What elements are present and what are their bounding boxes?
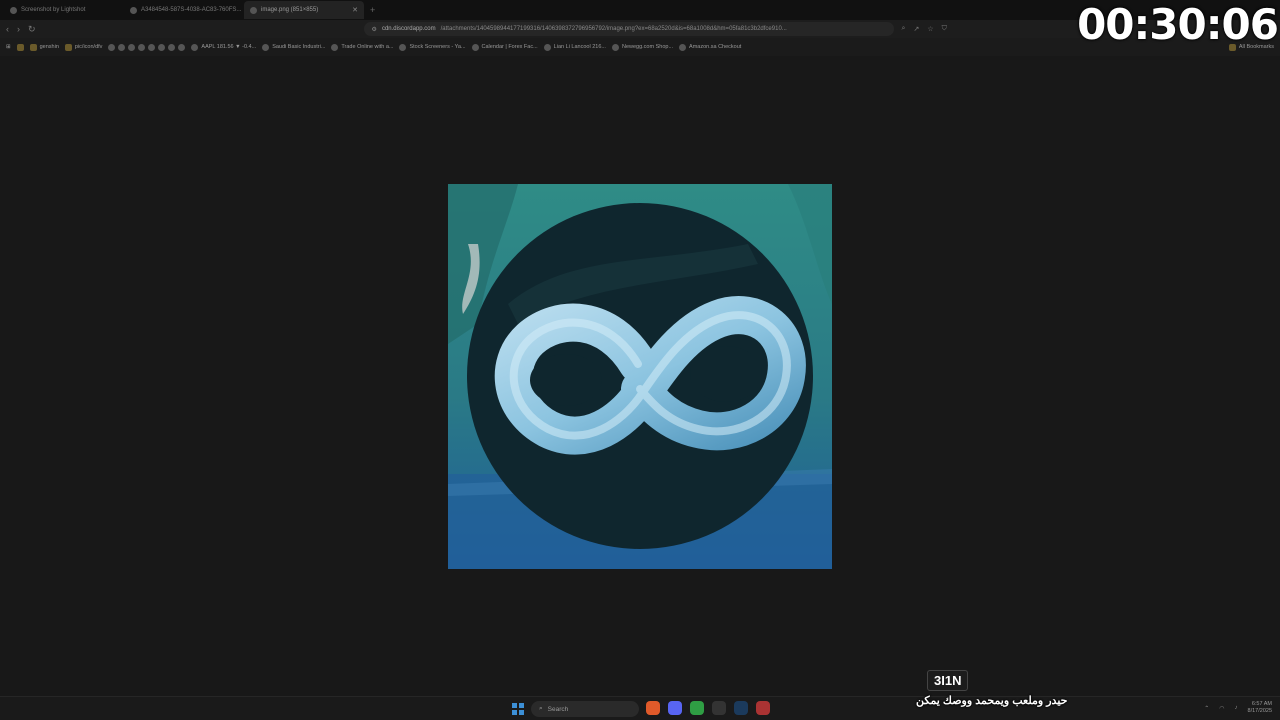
epic-games-icon[interactable]	[712, 701, 726, 715]
tab-label: A3484548-587S-4038-AC83-760FS...	[141, 7, 242, 13]
address-bar[interactable]: ⚙ cdn.discordapp.com/attachments/1404598…	[363, 22, 894, 36]
tab-image-png[interactable]: image.png (851×855) ✕	[244, 1, 364, 19]
bookmark-trade-online[interactable]: Trade Online with a...	[331, 43, 393, 51]
tab-label: Screenshot by Lightshot	[21, 7, 86, 13]
clock-time: 6:57 AM	[1251, 701, 1272, 707]
back-icon[interactable]: ‹	[6, 24, 9, 34]
bookmark-star-icon[interactable]: ☆	[927, 25, 933, 33]
tab-label: image.png (851×855)	[261, 7, 319, 13]
site-icon	[138, 43, 146, 51]
url-path: /attachments/1404598944177199316/1406398…	[440, 26, 787, 32]
site-icon	[168, 43, 176, 51]
discord-icon[interactable]	[668, 701, 682, 715]
bookmark-stock-screeners[interactable]: Stock Screeners - Ya...	[399, 43, 466, 51]
folder-icon	[29, 43, 37, 51]
wifi-icon[interactable]: ◠	[1219, 705, 1224, 712]
bookmark-newegg[interactable]: Newegg.com Shop...	[611, 43, 673, 51]
site-icon	[543, 43, 551, 51]
bookmark-pic-icon[interactable]: pic/icon/dfv	[64, 43, 102, 51]
zoom-icon[interactable]: ⌕	[902, 25, 906, 33]
xbox-icon[interactable]	[690, 701, 704, 715]
taskbar-apps	[646, 701, 770, 715]
bookmark-sabic[interactable]: Saudi Basic Industri...	[262, 43, 325, 51]
clock-date: 8/17/2025	[1247, 708, 1272, 714]
close-tab-icon[interactable]: ✕	[352, 6, 358, 14]
site-icon	[262, 43, 270, 51]
site-icon	[158, 43, 166, 51]
tab-favicon-icon	[130, 6, 137, 14]
steam-icon[interactable]	[734, 701, 748, 715]
image-viewer-page	[0, 56, 1280, 696]
app-icon[interactable]	[756, 701, 770, 715]
bookmark-aapl[interactable]: AAPL 181.56 ▼ -0.4...	[191, 43, 256, 51]
search-placeholder: Search	[547, 705, 569, 713]
displayed-image[interactable]	[448, 184, 832, 569]
reload-icon[interactable]: ↻	[28, 24, 36, 35]
tab-lightshot[interactable]: Screenshot by Lightshot	[4, 1, 124, 19]
tab-attachment[interactable]: A3484548-587S-4038-AC83-760FS...	[124, 1, 244, 19]
site-icon	[148, 43, 156, 51]
bookmark-genshin[interactable]: genshin	[29, 43, 59, 51]
share-icon[interactable]: ↗	[913, 25, 919, 33]
bookmark-favicons[interactable]	[108, 43, 186, 51]
forward-icon[interactable]: ›	[17, 24, 20, 34]
folder-icon	[64, 43, 72, 51]
site-icon	[399, 43, 407, 51]
windows-taskbar: ⌕ Search ⌃ ◠ ♪ 6:57 AM 8/17/2025	[0, 696, 1280, 720]
url-host: cdn.discordapp.com	[381, 26, 436, 32]
streamer-badge: 3I1N	[927, 670, 969, 691]
tray-chevron-icon[interactable]: ⌃	[1204, 705, 1209, 712]
system-tray: ⌃ ◠ ♪ 6:57 AM 8/17/2025	[1204, 701, 1272, 715]
bookmark-lian-li[interactable]: Lian Li Lancool 216...	[543, 43, 606, 51]
taskbar-clock[interactable]: 6:57 AM 8/17/2025	[1248, 701, 1272, 715]
site-icon	[331, 43, 339, 51]
windows-start-icon[interactable]	[512, 703, 524, 715]
volume-icon[interactable]: ♪	[1235, 705, 1238, 711]
bookmark-folder[interactable]	[16, 43, 24, 51]
tab-favicon-icon	[10, 6, 17, 14]
folder-icon	[16, 43, 24, 51]
site-icon	[118, 43, 126, 51]
apps-grid-icon[interactable]: ⊞	[6, 44, 11, 50]
tradingview-icon	[191, 43, 199, 51]
bookmark-amazon[interactable]: Amazon.sa Checkout	[679, 43, 741, 51]
site-icon	[178, 43, 186, 51]
site-icon	[611, 43, 619, 51]
site-info-icon[interactable]: ⚙	[372, 26, 377, 33]
site-icon	[679, 43, 687, 51]
bookmark-forex-calendar[interactable]: Calendar | Forex Fac...	[471, 43, 538, 51]
search-icon: ⌕	[539, 705, 543, 712]
stream-timer: 00:30:06	[1077, 0, 1279, 49]
site-icon	[471, 43, 479, 51]
site-icon	[128, 43, 136, 51]
brave-browser-icon[interactable]	[646, 701, 660, 715]
taskbar-search[interactable]: ⌕ Search	[531, 701, 639, 717]
tab-favicon-icon	[250, 6, 257, 14]
shield-icon[interactable]: ⛉	[942, 25, 947, 33]
site-icon	[108, 43, 116, 51]
chat-caption: حيدر وملعب ويمحمد ووصك يمكن	[916, 695, 1068, 707]
new-tab-icon[interactable]: +	[364, 5, 375, 15]
